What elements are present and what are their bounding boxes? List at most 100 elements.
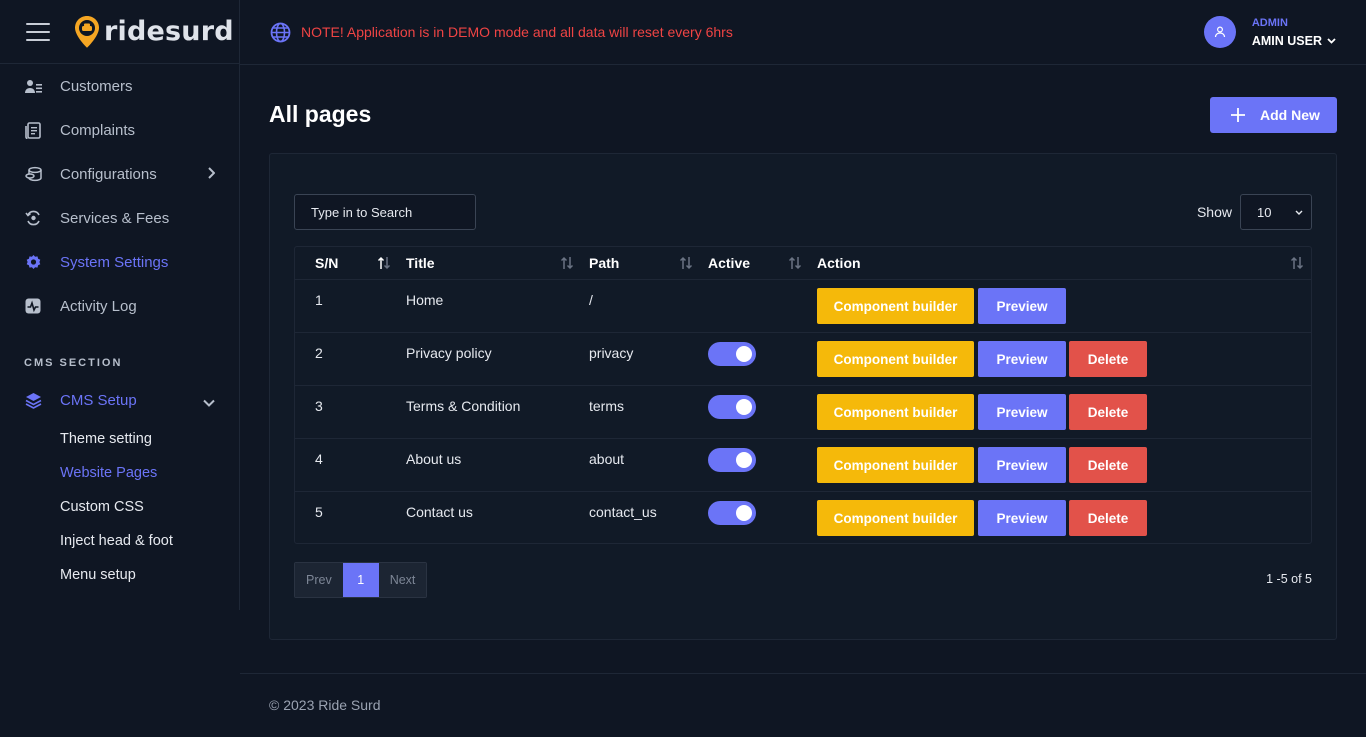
- plus-icon: [1230, 107, 1246, 123]
- search-input[interactable]: [294, 194, 476, 230]
- column-header-action[interactable]: Action: [817, 247, 861, 280]
- footer-copyright: © 2023 Ride Surd: [269, 697, 381, 713]
- column-header-title[interactable]: Title: [406, 247, 435, 280]
- delete-button[interactable]: Delete: [1069, 500, 1147, 536]
- user-icon: [1214, 26, 1225, 38]
- table-row: 5 Contact us contact_us Component builde…: [295, 492, 1311, 545]
- sidebar-subitem-inject-head-foot[interactable]: Inject head & foot: [0, 524, 239, 558]
- chevron-down-icon: [1295, 210, 1303, 215]
- logo[interactable]: ridesurd: [74, 15, 234, 49]
- topbar: NOTE! Application is in DEMO mode and al…: [240, 0, 1366, 65]
- table-row: 1 Home / Component builder Preview: [295, 280, 1311, 333]
- sidebar-item-customers[interactable]: Customers: [0, 64, 239, 108]
- sidebar-item-label: Complaints: [60, 121, 136, 139]
- cell-path: contact_us: [589, 504, 657, 520]
- configurations-icon: [24, 165, 42, 183]
- component-builder-button[interactable]: Component builder: [817, 341, 974, 377]
- user-name: AMIN USER: [1251, 33, 1322, 48]
- sidebar-item-configurations[interactable]: Configurations: [0, 152, 239, 196]
- cell-sn: 4: [315, 451, 323, 467]
- sidebar-item-complaints[interactable]: Complaints: [0, 108, 239, 152]
- pin-logo-icon: [75, 15, 99, 48]
- column-header-active[interactable]: Active: [708, 247, 750, 280]
- component-builder-button[interactable]: Component builder: [817, 447, 974, 483]
- cell-title: Privacy policy: [406, 345, 492, 361]
- sidebar: ridesurd Customers Complaints Configurat…: [0, 0, 240, 737]
- cell-sn: 5: [315, 504, 323, 520]
- chevron-down-icon: [1327, 37, 1336, 44]
- delete-button[interactable]: Delete: [1069, 447, 1147, 483]
- sidebar-item-system-settings[interactable]: System Settings: [0, 240, 239, 284]
- preview-button[interactable]: Preview: [978, 288, 1066, 324]
- sidebar-subitem-custom-css[interactable]: Custom CSS: [0, 490, 239, 524]
- sidebar-item-activity-log[interactable]: Activity Log: [0, 284, 239, 328]
- component-builder-button[interactable]: Component builder: [817, 288, 974, 324]
- sidebar-item-cms-setup[interactable]: CMS Setup: [0, 378, 239, 422]
- next-page-button[interactable]: Next: [378, 563, 427, 597]
- delete-button[interactable]: Delete: [1069, 394, 1147, 430]
- sidebar-item-label: Activity Log: [60, 297, 137, 315]
- sort-icon[interactable]: [560, 256, 574, 270]
- globe-icon: [270, 22, 291, 43]
- preview-button[interactable]: Preview: [978, 447, 1066, 483]
- sidebar-item-services-fees[interactable]: Services & Fees: [0, 196, 239, 240]
- page-1-button[interactable]: 1: [342, 563, 379, 597]
- table-row: 2 Privacy policy privacy Component build…: [295, 333, 1311, 386]
- column-header-path[interactable]: Path: [589, 247, 619, 280]
- cell-sn: 2: [315, 345, 323, 361]
- preview-button[interactable]: Preview: [978, 394, 1066, 430]
- cell-title: Contact us: [406, 504, 473, 520]
- services-icon: [24, 209, 42, 227]
- cell-path: terms: [589, 398, 624, 414]
- add-new-label: Add New: [1260, 107, 1320, 123]
- preview-button[interactable]: Preview: [978, 341, 1066, 377]
- page-size-value: 10: [1257, 204, 1272, 220]
- active-toggle[interactable]: [708, 501, 756, 525]
- sort-icon[interactable]: [1290, 256, 1304, 270]
- page-size-select[interactable]: 10: [1240, 194, 1312, 230]
- brand-name: ridesurd: [104, 16, 234, 47]
- demo-notice: NOTE! Application is in DEMO mode and al…: [270, 22, 733, 43]
- sidebar-item-label: System Settings: [60, 253, 169, 271]
- sidebar-subitem-menu-setup[interactable]: Menu setup: [0, 558, 239, 592]
- prev-page-button[interactable]: Prev: [295, 563, 343, 597]
- user-menu[interactable]: ADMIN AMIN USER: [1203, 16, 1336, 48]
- toggle-knob: [736, 399, 752, 415]
- cell-path: privacy: [589, 345, 634, 361]
- cell-title: Terms & Condition: [406, 398, 521, 414]
- column-header-sn[interactable]: S/N: [315, 247, 338, 280]
- cell-sn: 3: [315, 398, 323, 414]
- sort-icon[interactable]: [788, 256, 802, 270]
- pages-table: S/N Title Path Active Action 1 Home / Co…: [294, 246, 1312, 544]
- cms-section-title: CMS SECTION: [24, 357, 123, 369]
- page-title: All pages: [269, 101, 372, 127]
- menu-toggle-icon[interactable]: [26, 22, 50, 41]
- sort-asc-icon[interactable]: [377, 256, 391, 270]
- component-builder-button[interactable]: Component builder: [817, 500, 974, 536]
- add-new-button[interactable]: Add New: [1210, 97, 1337, 133]
- results-range: 1 -5 of 5: [1266, 572, 1312, 586]
- preview-button[interactable]: Preview: [978, 500, 1066, 536]
- toggle-knob: [736, 505, 752, 521]
- pagination: Prev 1 Next: [294, 562, 428, 598]
- delete-button[interactable]: Delete: [1069, 341, 1147, 377]
- sidebar-item-label: CMS Setup: [60, 391, 137, 409]
- sidebar-subitem-website-pages[interactable]: Website Pages: [0, 456, 239, 490]
- customers-icon: [24, 77, 42, 95]
- component-builder-button[interactable]: Component builder: [817, 394, 974, 430]
- cell-path: about: [589, 451, 625, 467]
- active-toggle[interactable]: [708, 342, 756, 366]
- brand-bar: ridesurd: [0, 0, 240, 64]
- cell-path: /: [589, 292, 593, 308]
- sidebar-subitem-theme-setting[interactable]: Theme setting: [0, 422, 239, 456]
- cell-title: About us: [406, 451, 462, 467]
- cell-title: Home: [406, 292, 444, 308]
- sidebar-item-label: Configurations: [60, 165, 157, 183]
- sort-icon[interactable]: [679, 256, 693, 270]
- toggle-knob: [736, 346, 752, 362]
- demo-notice-text: NOTE! Application is in DEMO mode and al…: [301, 24, 733, 40]
- sidebar-item-label: Services & Fees: [60, 209, 170, 227]
- active-toggle[interactable]: [708, 395, 756, 419]
- chevron-right-icon: [207, 166, 216, 183]
- active-toggle[interactable]: [708, 448, 756, 472]
